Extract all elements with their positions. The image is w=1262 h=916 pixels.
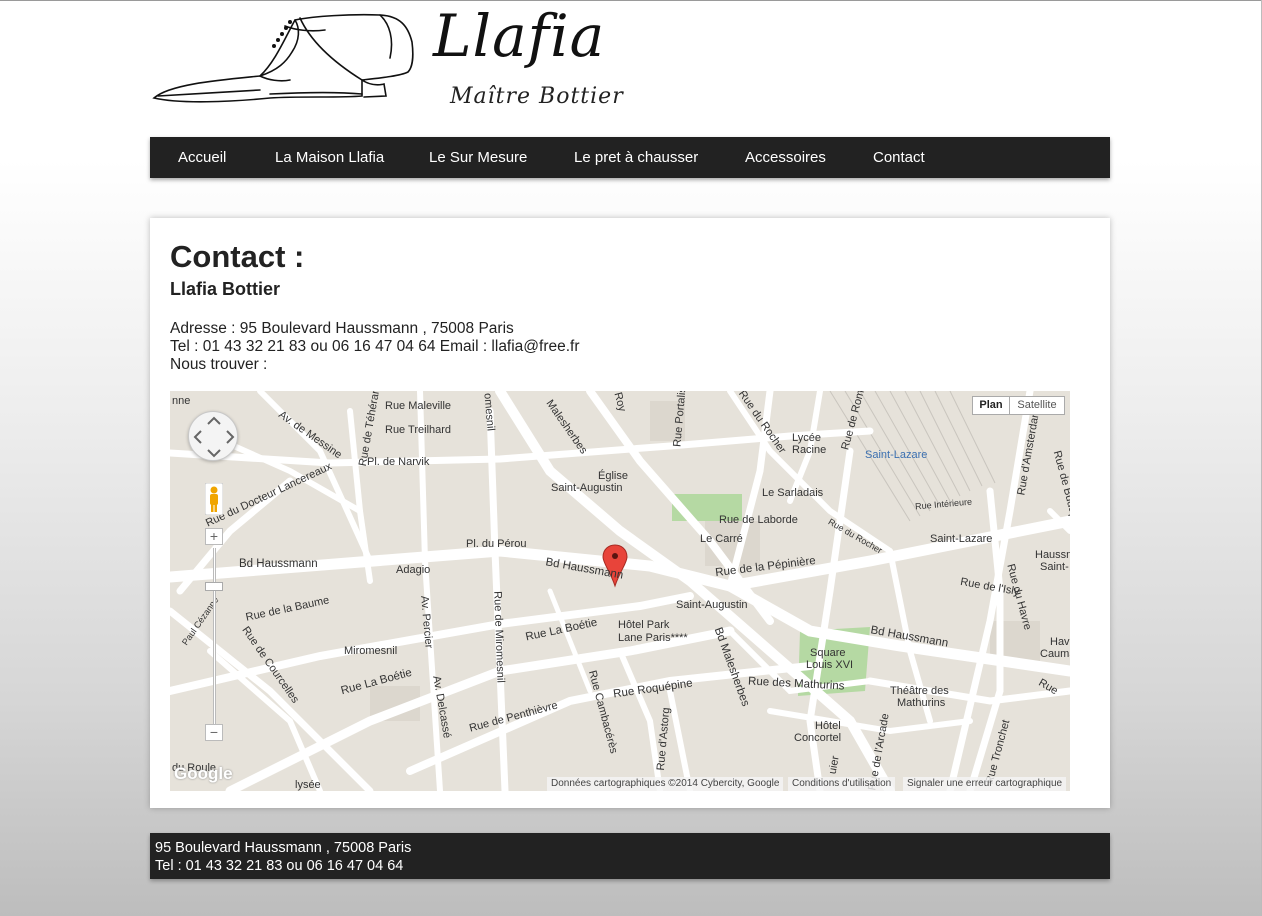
map-label: Rue Treilhard	[385, 424, 452, 436]
phone-email-line: Tel : 01 43 32 21 83 ou 06 16 47 04 64 E…	[170, 338, 580, 355]
pan-arrows-icon	[193, 416, 235, 458]
map-type-plan-button[interactable]: Plan	[972, 396, 1010, 415]
map-label: Saint-Lazare	[930, 533, 993, 545]
nav-item-accessoires[interactable]: Accessoires	[745, 137, 826, 178]
content-panel: Contact : Llafia Bottier Adresse : 95 Bo…	[150, 218, 1110, 808]
footer-phone: Tel : 01 43 32 21 83 ou 06 16 47 04 64	[155, 858, 404, 874]
nav-item-la-maison[interactable]: La Maison Llafia	[275, 137, 384, 178]
nav-item-sur-mesure[interactable]: Le Sur Mesure	[429, 137, 527, 178]
map-label: Miromesnil	[344, 645, 398, 657]
main-navigation: Accueil La Maison Llafia Le Sur Mesure L…	[150, 137, 1110, 178]
site-logo[interactable]: Llafia Maître Bottier	[150, 0, 650, 120]
map-label: Haussm	[1035, 549, 1070, 561]
map-report-link[interactable]: Signaler une erreur cartographique	[903, 777, 1067, 791]
map-label: Saint-Augustin	[551, 482, 623, 494]
company-name: Llafia Bottier	[170, 279, 281, 299]
zoom-slider-thumb[interactable]	[205, 582, 223, 591]
nav-item-pret-a-chausser[interactable]: Le pret à chausser	[574, 137, 698, 178]
google-logo[interactable]: Google	[174, 764, 233, 784]
zoom-slider-track[interactable]	[213, 548, 216, 728]
zoom-out-button[interactable]: −	[205, 724, 223, 741]
map-terms-link[interactable]: Conditions d'utilisation	[788, 777, 896, 791]
footer-address: 95 Boulevard Haussmann , 75008 Paris	[155, 840, 412, 856]
map-label: Église	[598, 470, 628, 482]
nav-item-contact[interactable]: Contact	[873, 137, 925, 178]
map-label: Hav	[1050, 636, 1070, 648]
map-streets	[170, 391, 1070, 791]
map-label: Hôtel Park	[618, 619, 670, 631]
map-label: Saint-	[1040, 561, 1069, 573]
map-label: Bd Haussmann	[239, 558, 318, 570]
shoe-drawing	[152, 13, 414, 103]
map-label: Théâtre des	[890, 685, 949, 697]
map-label: lysée	[295, 779, 321, 791]
map-label: Hôtel	[815, 720, 841, 732]
logo-title: Llafia	[433, 2, 606, 70]
google-map[interactable]: Rue Maleville Rue Treilhard Av. de Messi…	[170, 391, 1070, 791]
logo-subtitle: Maître Bottier	[450, 84, 624, 109]
map-label: Rue Maleville	[385, 400, 452, 412]
page-title: Contact :	[170, 239, 305, 274]
pan-control[interactable]	[188, 411, 238, 461]
map-label: Lycée	[792, 432, 821, 444]
map-label: Rue de Laborde	[719, 514, 798, 526]
map-label: Square	[810, 647, 846, 659]
nav-item-accueil[interactable]: Accueil	[178, 137, 226, 178]
map-label: Mathurins	[897, 697, 946, 709]
map-label: nne	[172, 395, 191, 407]
map-attribution: Données cartographiques ©2014 Cybercity,…	[547, 777, 784, 791]
map-label: Concortel	[794, 732, 842, 744]
map-label: Cauma	[1040, 648, 1070, 660]
find-us-line: Nous trouver :	[170, 356, 268, 373]
zoom-in-button[interactable]: +	[205, 528, 223, 545]
footer: 95 Boulevard Haussmann , 75008 Paris Tel…	[150, 833, 1110, 879]
street-view-pegman-icon[interactable]	[205, 483, 223, 515]
map-label: Le Carré	[700, 533, 743, 545]
map-label: Pl. du Pérou	[466, 538, 527, 550]
map-label: Lane Paris****	[618, 632, 688, 644]
map-label: Pl. de Narvik	[367, 456, 430, 468]
map-label: Saint-Lazare	[865, 449, 928, 461]
map-label: Adagio	[396, 564, 431, 576]
map-label: Racine	[792, 444, 827, 456]
map-label: Louis XVI	[806, 659, 854, 671]
map-label: Saint-Augustin	[676, 599, 748, 611]
map-label: Le Sarladais	[762, 487, 824, 499]
map-type-satellite-button[interactable]: Satellite	[1009, 396, 1065, 415]
address-line: Adresse : 95 Boulevard Haussmann , 75008…	[170, 320, 514, 337]
